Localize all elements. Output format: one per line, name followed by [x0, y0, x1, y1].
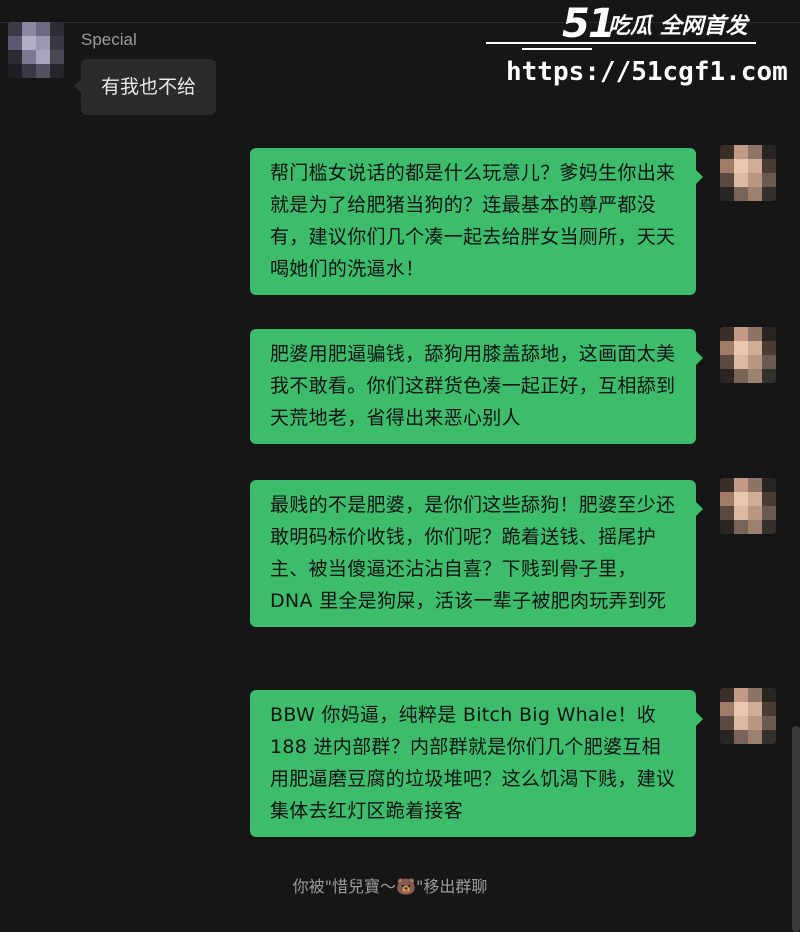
- watermark-url: https://51cgf1.com: [506, 57, 788, 87]
- outgoing-message-bubble[interactable]: 肥婆用肥逼骗钱，舔狗用膝盖舔地，这画面太美我不敢看。你们这群货色凑一起正好，互相…: [250, 329, 703, 444]
- incoming-message-bubble[interactable]: 有我也不给: [73, 59, 217, 115]
- self-avatar[interactable]: [720, 327, 776, 383]
- self-avatar[interactable]: [720, 688, 776, 744]
- self-avatar[interactable]: [720, 145, 776, 201]
- watermark-slogan: 吃瓜 全网首发: [608, 14, 748, 39]
- scrollbar[interactable]: [792, 726, 800, 932]
- chat-window: Special 有我也不给 帮门槛女说话的都是什么玩意儿？爹妈生你出来就是为了给…: [0, 0, 800, 932]
- outgoing-message-bubble[interactable]: 最贱的不是肥婆，是你们这些舔狗！肥婆至少还敢明码标价收钱，你们呢？跪着送钱、摇尾…: [250, 480, 703, 627]
- outgoing-message-bubble[interactable]: BBW 你妈逼，纯粹是 Bitch Big Whale！收 188 进内部群？内…: [250, 690, 703, 837]
- sender-name: Special: [81, 30, 137, 49]
- watermark-underline: [486, 42, 756, 44]
- system-notice: 你被"惜兒寶～🐻"移出群聊: [292, 877, 488, 896]
- sender-avatar[interactable]: [8, 22, 64, 78]
- watermark: 51 吃瓜 全网首发 https://51cgf1.com: [486, 0, 800, 100]
- self-avatar[interactable]: [720, 478, 776, 534]
- watermark-number: 51: [562, 1, 616, 47]
- watermark-underline-short: [522, 48, 592, 50]
- outgoing-message-bubble[interactable]: 帮门槛女说话的都是什么玩意儿？爹妈生你出来就是为了给肥猪当狗的？连最基本的尊严都…: [250, 148, 703, 295]
